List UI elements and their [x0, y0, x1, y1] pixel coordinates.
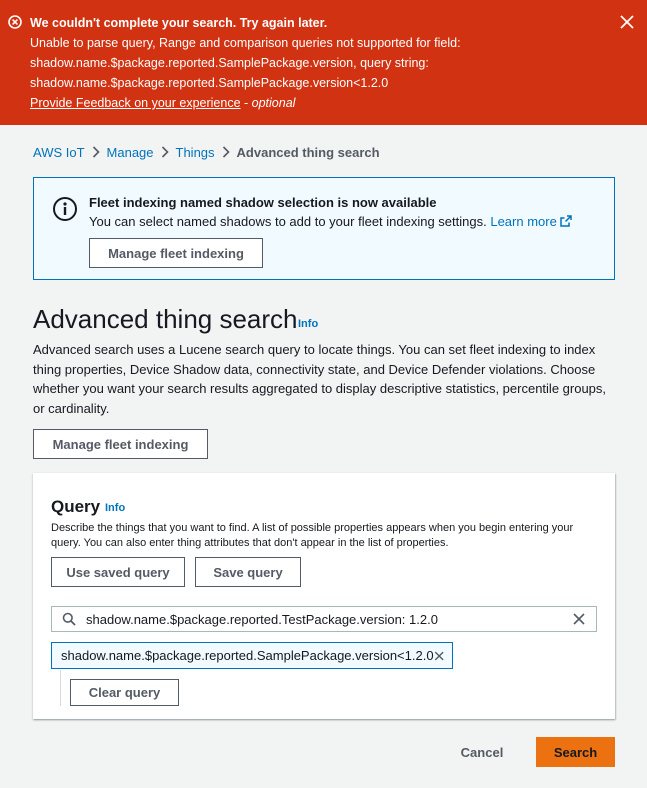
query-panel: Query Info Describe the things that you …	[33, 473, 615, 719]
query-search-value: shadow.name.$package.reported.TestPackag…	[86, 611, 438, 627]
use-saved-query-button[interactable]: Use saved query	[51, 557, 185, 587]
learn-more-link[interactable]: Learn more	[490, 214, 572, 229]
error-circle-icon	[8, 15, 22, 29]
info-circle-icon	[53, 197, 77, 221]
feedback-separator: -	[240, 96, 252, 110]
external-link-icon	[560, 215, 572, 227]
save-query-button[interactable]: Save query	[195, 557, 301, 587]
chevron-right-icon	[85, 145, 107, 159]
info-text: You can select named shadows to add to y…	[89, 214, 572, 229]
page-info-link[interactable]: Info	[298, 318, 318, 330]
clear-query-button[interactable]: Clear query	[70, 679, 179, 706]
feedback-link[interactable]: Provide Feedback on your experience	[30, 96, 241, 110]
chevron-right-icon	[154, 145, 176, 159]
breadcrumb-things[interactable]: Things	[176, 145, 215, 160]
feedback-optional: optional	[251, 96, 296, 110]
manage-fleet-indexing-button[interactable]: Manage fleet indexing	[33, 429, 208, 459]
query-token-text: shadow.name.$package.reported.SamplePack…	[61, 648, 434, 663]
error-line-1: Unable to parse query, Range and compari…	[30, 36, 461, 50]
breadcrumb-manage[interactable]: Manage	[107, 145, 154, 160]
search-button[interactable]: Search	[536, 737, 615, 767]
error-line-3: shadow.name.$package.reported.SamplePack…	[30, 76, 389, 90]
query-info-link[interactable]: Info	[105, 502, 125, 514]
page-description: Advanced search uses a Lucene search que…	[33, 342, 607, 416]
query-description: Describe the things that you want to fin…	[51, 522, 574, 549]
learn-more-label: Learn more	[490, 214, 557, 229]
search-icon	[62, 612, 76, 626]
cancel-button[interactable]: Cancel	[452, 737, 512, 767]
dismiss-token-icon[interactable]	[434, 650, 444, 662]
chevron-right-icon	[215, 145, 237, 159]
close-icon[interactable]	[619, 14, 635, 30]
token-divider	[60, 670, 61, 706]
breadcrumb-aws-iot[interactable]: AWS IoT	[33, 145, 85, 160]
info-flash: Fleet indexing named shadow selection is…	[33, 177, 615, 280]
page-title: Advanced thing search	[33, 304, 298, 334]
query-title: Query	[51, 497, 101, 516]
info-text-body: You can select named shadows to add to y…	[89, 214, 487, 229]
error-title: We couldn't complete your search. Try ag…	[30, 16, 328, 30]
error-line-2: shadow.name.$package.reported.SamplePack…	[30, 56, 429, 70]
breadcrumb-current: Advanced thing search	[236, 144, 380, 160]
breadcrumb: AWS IoT Manage Things Advanced thing sea…	[33, 142, 380, 162]
close-icon[interactable]	[572, 612, 586, 626]
info-title: Fleet indexing named shadow selection is…	[89, 195, 437, 210]
error-banner: We couldn't complete your search. Try ag…	[0, 0, 647, 125]
query-search-input[interactable]: shadow.name.$package.reported.TestPackag…	[51, 606, 597, 632]
query-token: shadow.name.$package.reported.SamplePack…	[51, 642, 453, 669]
manage-fleet-indexing-banner-button[interactable]: Manage fleet indexing	[89, 238, 263, 268]
feedback-row: Provide Feedback on your experience - op…	[30, 93, 617, 113]
